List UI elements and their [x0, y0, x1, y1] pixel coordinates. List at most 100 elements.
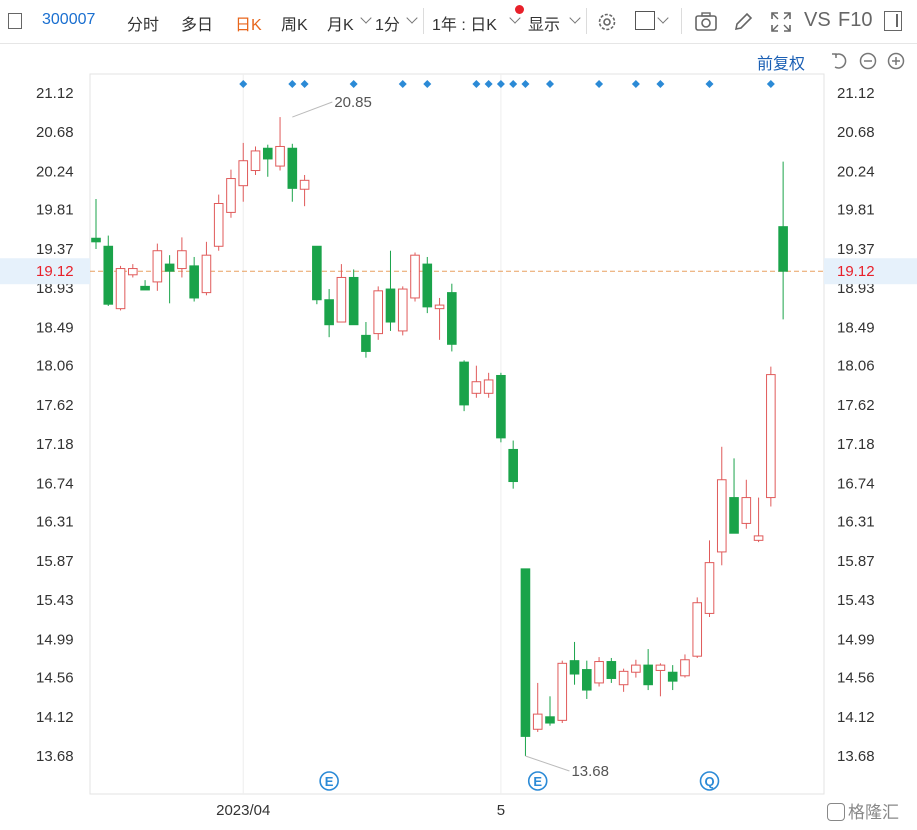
current-price-band-right: [824, 258, 917, 285]
f10-button[interactable]: F10: [838, 9, 872, 32]
y-tick-left: 16.31: [36, 514, 74, 531]
y-tick-right: 14.56: [837, 670, 875, 687]
panel-icon[interactable]: [884, 11, 902, 31]
dividend-marker-icon: [705, 80, 714, 88]
candle-body: [91, 237, 101, 243]
sidebar-toggle-icon[interactable]: [8, 13, 22, 29]
low-annotation-label: 13.68: [571, 763, 609, 780]
dividend-marker-icon: [595, 80, 604, 88]
dividend-marker-icon: [766, 80, 775, 88]
dividend-marker-icon: [288, 80, 297, 88]
tab-daily-k[interactable]: 日K: [235, 11, 262, 35]
y-tick-left: 16.74: [36, 475, 74, 492]
candle-body: [226, 178, 236, 213]
y-tick-left: 18.49: [36, 319, 74, 336]
candle-body: [115, 268, 126, 310]
candle-body: [520, 568, 531, 737]
square-color-icon[interactable]: [635, 11, 655, 30]
candle-body: [213, 203, 224, 247]
y-tick-left: 18.06: [36, 358, 74, 375]
candle-body: [250, 150, 261, 172]
candle-body: [140, 285, 150, 291]
candle-body: [262, 147, 273, 160]
y-tick-right: 14.99: [837, 631, 875, 648]
dividend-marker-icon: [423, 80, 432, 88]
camera-icon[interactable]: [694, 11, 718, 33]
dividend-marker-icon: [472, 80, 481, 88]
candle-body: [397, 288, 408, 332]
chevron-down-icon[interactable]: [360, 12, 372, 24]
range-select[interactable]: 1年 : 日K: [432, 11, 497, 35]
pencil-icon[interactable]: [732, 11, 754, 33]
candle-body: [582, 669, 592, 691]
high-annotation-label: 20.85: [334, 94, 372, 111]
plot-area: [89, 73, 825, 795]
dividend-marker-icon: [300, 80, 309, 88]
fullscreen-icon[interactable]: [769, 10, 793, 34]
current-price-label-right: 19.12: [837, 263, 875, 280]
y-tick-right: 14.12: [837, 709, 875, 726]
y-tick-left: 19.37: [36, 241, 74, 258]
y-tick-left: 21.12: [36, 85, 74, 102]
candle-body: [324, 299, 334, 326]
candle-body: [312, 245, 322, 301]
y-tick-right: 19.37: [837, 241, 875, 258]
y-tick-right: 17.62: [837, 397, 875, 414]
candle-body: [128, 268, 138, 276]
kline-chart[interactable]: 21.12 21.12 20.68 20.68 20.24 20.24 19.81 19.81…: [0, 0, 917, 830]
candle-body: [606, 661, 617, 679]
tab-weekly-k[interactable]: 周K: [281, 11, 308, 35]
y-tick-right: 15.43: [837, 592, 875, 609]
candle-body: [557, 662, 568, 721]
candle-body: [532, 713, 543, 730]
current-price-band-left: [0, 258, 90, 285]
undo-icon[interactable]: [830, 51, 850, 71]
chevron-down-icon[interactable]: [406, 12, 418, 24]
dividend-marker-icon: [484, 80, 493, 88]
event-marker-icon: [319, 771, 339, 791]
chevron-down-icon[interactable]: [509, 12, 521, 24]
y-tick-left: 20.68: [36, 124, 74, 141]
watermark-text: 格隆汇: [848, 803, 899, 822]
x-tick-label: 2023/04: [216, 802, 270, 819]
candle-body: [348, 276, 359, 326]
candle-body: [299, 179, 310, 190]
zoom-out-icon[interactable]: [858, 51, 878, 71]
candle-body: [704, 562, 715, 614]
y-tick-right: 21.12: [837, 85, 875, 102]
candle-body: [631, 664, 641, 673]
candle-body: [483, 379, 494, 394]
y-tick-right: 13.68: [837, 748, 875, 765]
candle-body: [618, 670, 629, 686]
current-price-label-left: 19.12: [36, 263, 74, 280]
candle-body: [447, 292, 457, 345]
tab-duori[interactable]: 多日: [181, 11, 213, 35]
candle-body: [103, 245, 114, 305]
candle-body: [459, 361, 469, 406]
zoom-in-icon[interactable]: [886, 51, 906, 71]
candle-body: [545, 716, 555, 724]
tab-fenshi[interactable]: 分时: [127, 11, 159, 35]
candle-body: [496, 374, 506, 439]
y-tick-right: 16.74: [837, 475, 875, 492]
y-tick-right: 18.49: [837, 319, 875, 336]
chevron-down-icon[interactable]: [657, 12, 669, 24]
display-menu[interactable]: 显示: [528, 11, 560, 35]
candle-body: [753, 535, 764, 541]
tab-1min[interactable]: 1分: [375, 11, 400, 35]
adjust-select[interactable]: 前复权: [757, 50, 805, 74]
y-tick-left: 15.87: [36, 553, 74, 570]
settings-gear-icon[interactable]: [596, 11, 618, 33]
candle-body: [643, 664, 653, 686]
candle-body: [680, 659, 690, 677]
dividend-marker-icon: [509, 80, 518, 88]
candle-body: [410, 254, 420, 299]
y-tick-left: 13.68: [36, 748, 74, 765]
y-tick-right: 18.06: [837, 358, 875, 375]
watermark-glyph-icon: [827, 803, 845, 821]
tab-monthly-k[interactable]: 月K: [327, 11, 354, 35]
candle-body: [667, 671, 678, 682]
stock-code[interactable]: 300007: [42, 11, 95, 29]
chevron-down-icon[interactable]: [569, 12, 581, 24]
vs-button[interactable]: VS: [804, 9, 831, 32]
